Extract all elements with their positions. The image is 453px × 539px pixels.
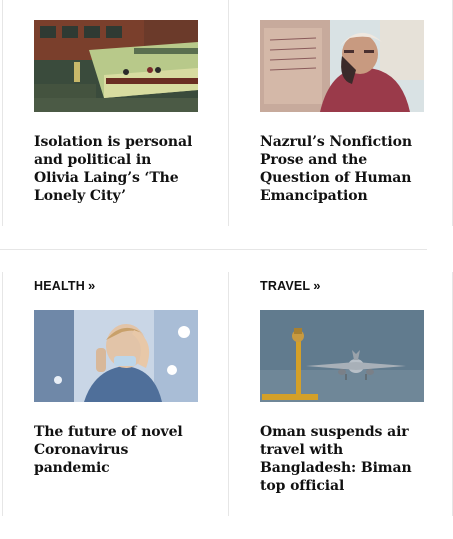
category-link-travel[interactable]: TRAVEL» [260,278,321,293]
nighthawks-painting-image [34,20,198,112]
article-title-oman[interactable]: Oman suspends air travel with Bangladesh… [260,423,424,495]
category-label-travel: TRAVEL [260,279,311,293]
article-thumbnail-oman[interactable] [260,310,424,402]
category-link-health[interactable]: HEALTH» [34,278,95,293]
article-title-nazrul[interactable]: Nazrul’s Nonfiction Prose and the Questi… [260,133,424,205]
article-thumbnail-lonely-city[interactable] [34,20,198,112]
article-card-oman[interactable]: Oman suspends air travel with Bangladesh… [260,310,424,495]
article-card-lonely-city[interactable]: Isolation is personal and political in O… [34,20,198,205]
article-thumbnail-coronavirus[interactable] [34,310,198,402]
article-title-coronavirus[interactable]: The future of novel Coronavirus pandemic [34,423,198,477]
article-thumbnail-nazrul[interactable] [260,20,424,112]
airplane-image [260,310,424,402]
category-label-health: HEALTH [34,279,85,293]
article-card-coronavirus[interactable]: The future of novel Coronavirus pandemic [34,310,198,477]
column-divider-bottom-left [2,272,3,516]
article-card-nazrul[interactable]: Nazrul’s Nonfiction Prose and the Questi… [260,20,424,205]
healthcare-worker-image [34,310,198,402]
column-divider-top-middle [228,0,229,226]
nazrul-portrait-image [260,20,424,112]
chevron-right-icon: » [313,278,321,293]
chevron-right-icon: » [87,278,96,293]
row-divider [0,249,427,250]
column-divider-bottom-middle [228,272,229,516]
article-title-lonely-city[interactable]: Isolation is personal and political in O… [34,133,198,205]
column-divider-top-left [2,0,3,226]
